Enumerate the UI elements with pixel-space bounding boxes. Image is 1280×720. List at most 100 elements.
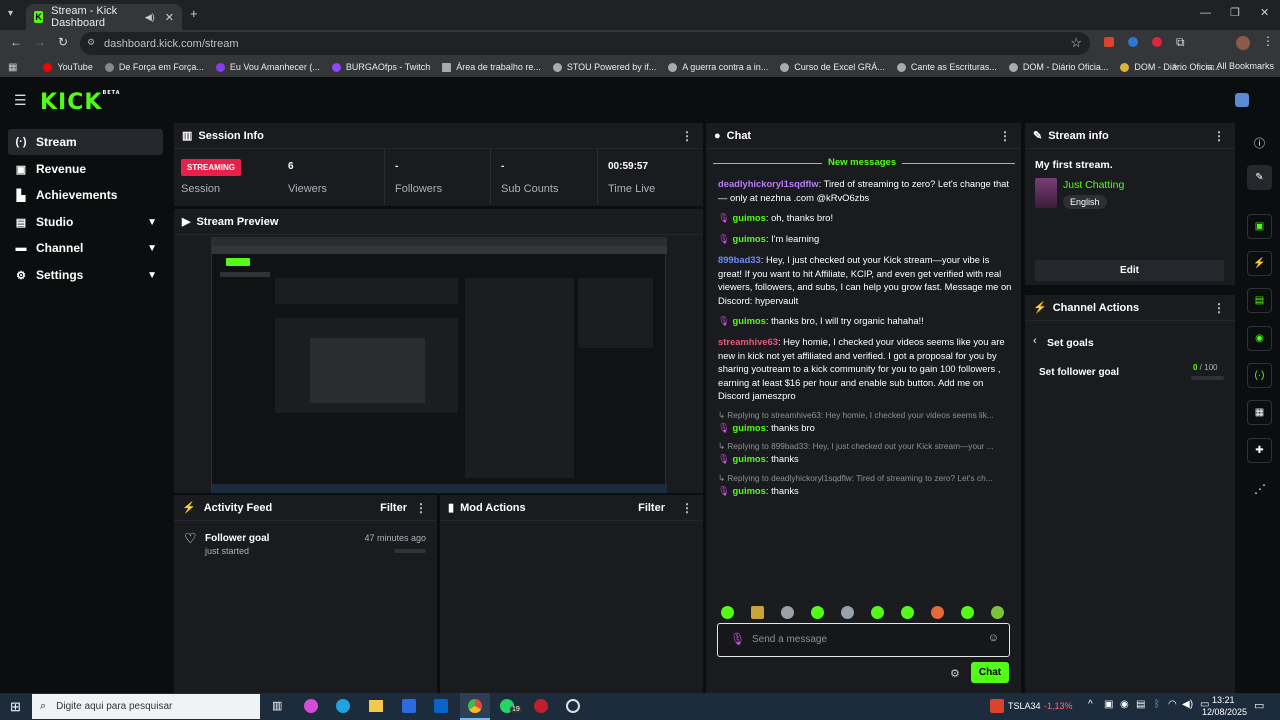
chat-bubble-icon[interactable]: ◉ (1247, 326, 1272, 351)
mod-filter-button[interactable]: Filter (638, 502, 665, 514)
activity-filter-button[interactable]: Filter (380, 502, 407, 514)
chat-username[interactable]: streamhive63 (718, 336, 778, 347)
reply-reference[interactable]: ↳ Replying to 899bad33: Hey, I just chec… (718, 441, 1013, 451)
profile-avatar[interactable] (1236, 36, 1250, 50)
stock-ticker[interactable]: TSLA34 (1008, 701, 1041, 711)
bookmark-star-icon[interactable]: ☆ (1070, 35, 1082, 51)
bluetooth-icon[interactable]: ᛒ (1154, 699, 1160, 710)
category-name[interactable]: Just Chatting (1063, 179, 1124, 191)
file-explorer-icon[interactable] (369, 700, 383, 712)
volume-icon[interactable]: ◀) (1182, 699, 1193, 710)
app-icon[interactable] (534, 699, 548, 713)
back-chevron-icon[interactable]: ‹ (1033, 335, 1037, 347)
browser-tab[interactable]: K Stream - Kick Dashboard ◀) ✕ (26, 4, 182, 30)
chrome-taskbar-button[interactable] (460, 693, 490, 720)
extension-icon[interactable] (1152, 37, 1162, 47)
bookmark-item[interactable]: DOM - Diário Oficia... (1120, 62, 1220, 72)
clock-time[interactable]: 13:21 (1212, 695, 1235, 705)
wifi-icon[interactable]: ◠ (1168, 699, 1177, 710)
send-chat-button[interactable]: Chat (971, 662, 1009, 683)
site-info-icon[interactable]: ⚙ (87, 37, 95, 48)
extension-icon[interactable] (1128, 37, 1138, 47)
document-icon[interactable]: ▤ (1247, 288, 1272, 313)
bookmark-item[interactable]: A guerra contra a in... (668, 62, 768, 72)
extension-icon[interactable] (1104, 37, 1114, 47)
store-icon[interactable] (402, 699, 416, 713)
share-icon[interactable]: ⋰ (1254, 482, 1266, 496)
reply-reference[interactable]: ↳ Replying to deadlyhickoryl1sqdflw: Tir… (718, 473, 1013, 483)
more-options-icon[interactable]: ⋮ (415, 501, 427, 515)
sidebar-item-revenue[interactable]: ▣ Revenue (8, 156, 163, 182)
chat-username[interactable]: deadlyhickoryl1sqdflw (718, 178, 819, 189)
edit-stream-button[interactable]: Edit (1035, 260, 1224, 281)
emote-icon[interactable] (811, 606, 824, 619)
forward-icon[interactable]: → (34, 35, 46, 49)
edit-layout-icon[interactable]: ✎ (1247, 165, 1272, 190)
bookmark-item[interactable]: Área de trabalho re... (442, 62, 541, 72)
tray-chevron-up-icon[interactable]: ^ (1088, 699, 1093, 710)
tray-icon[interactable]: ◉ (1120, 699, 1129, 710)
obs-icon[interactable] (566, 699, 580, 713)
copilot-icon[interactable] (304, 699, 318, 713)
tray-icon[interactable]: ▤ (1136, 699, 1145, 710)
browser-menu-icon[interactable]: ⋮ (1262, 34, 1274, 48)
back-icon[interactable]: ← (10, 35, 22, 49)
bookmark-item[interactable]: Eu Vou Amanhecer (... (215, 62, 320, 72)
kick-logo[interactable]: KICKBETA (40, 90, 121, 115)
windows-start-icon[interactable]: ⊞ (10, 699, 21, 715)
reply-reference[interactable]: ↳ Replying to streamhive63: Hey homie, I… (718, 410, 1013, 420)
chat-username[interactable]: guimos (733, 315, 766, 326)
more-options-icon[interactable]: ⋮ (999, 129, 1011, 143)
sidebar-item-achievements[interactable]: ▙ Achievements (8, 182, 163, 208)
broadcast-icon[interactable]: (·) (1247, 363, 1272, 388)
sidebar-item-channel[interactable]: ▬ Channel ▼ (8, 235, 163, 261)
more-options-icon[interactable]: ⋮ (681, 129, 693, 143)
wrench-icon[interactable]: ✚ (1247, 438, 1272, 463)
chat-username[interactable]: guimos (733, 485, 766, 496)
emote-icon[interactable] (901, 606, 914, 619)
maximize-icon[interactable]: ❐ (1230, 6, 1240, 19)
chat-username[interactable]: 899bad33 (718, 254, 761, 265)
emote-icon[interactable] (781, 606, 794, 619)
sidebar-item-stream[interactable]: (·) Stream (8, 129, 163, 155)
follower-goal-label[interactable]: Set follower goal (1039, 367, 1119, 378)
more-options-icon[interactable]: ⋮ (1213, 301, 1225, 315)
screen-icon[interactable]: ▣ (1247, 214, 1272, 239)
bookmark-item[interactable]: De Força em Força... (104, 62, 204, 72)
emote-icon[interactable] (931, 606, 944, 619)
tab-search-icon[interactable]: ▾ (8, 8, 13, 19)
new-tab-icon[interactable]: + (190, 6, 198, 21)
sidebar-item-studio[interactable]: ▤ Studio ▼ (8, 209, 163, 235)
bookmark-item[interactable]: Curso de Excel GRÁ... (780, 62, 885, 72)
bookmark-item[interactable]: Cante as Escrituras... (896, 62, 997, 72)
emote-icon[interactable] (991, 606, 1004, 619)
minimize-icon[interactable]: — (1200, 7, 1211, 19)
tray-icon[interactable]: ▣ (1104, 699, 1113, 710)
close-window-icon[interactable]: ✕ (1260, 6, 1269, 19)
grid-icon[interactable]: ▦ (1247, 400, 1272, 425)
extensions-puzzle-icon[interactable]: ⧉ (1176, 35, 1185, 50)
sidebar-item-settings[interactable]: ⚙ Settings ▼ (8, 262, 163, 288)
bookmark-item[interactable]: YouTube (43, 62, 93, 72)
bookmark-item[interactable]: STOU Powered by if... (552, 62, 656, 72)
apps-icon[interactable]: ▦ (8, 62, 17, 73)
edge-icon[interactable] (336, 699, 350, 713)
bookmark-item[interactable]: BURGAOfps - Twitch (331, 62, 430, 72)
chat-username[interactable]: guimos (733, 212, 766, 223)
url-field[interactable]: ⚙ dashboard.kick.com/stream ☆ (80, 32, 1090, 55)
more-options-icon[interactable]: ⋮ (1213, 129, 1225, 143)
emoji-icon[interactable]: ☺ (988, 632, 999, 644)
set-goals-title[interactable]: Set goals (1047, 337, 1094, 349)
bolt-icon[interactable]: ⚡ (1247, 251, 1272, 276)
taskbar-search-field[interactable]: ⌕ Digite aqui para pesquisar (32, 694, 260, 719)
emote-icon[interactable] (961, 606, 974, 619)
chat-input[interactable]: 🎙 Send a message ☺ (717, 623, 1010, 657)
chat-settings-gear-icon[interactable]: ⚙ (950, 667, 960, 680)
emote-icon[interactable] (751, 606, 764, 619)
hamburger-menu-icon[interactable]: ☰ (14, 92, 27, 109)
chat-username[interactable]: guimos (733, 453, 766, 464)
all-bookmarks[interactable]: ▭ All Bookmarks (1206, 61, 1274, 72)
bookmark-item[interactable]: DOM - Diário Oficia... (1008, 62, 1108, 72)
chat-username[interactable]: guimos (733, 422, 766, 433)
close-tab-icon[interactable]: ✕ (165, 11, 174, 24)
